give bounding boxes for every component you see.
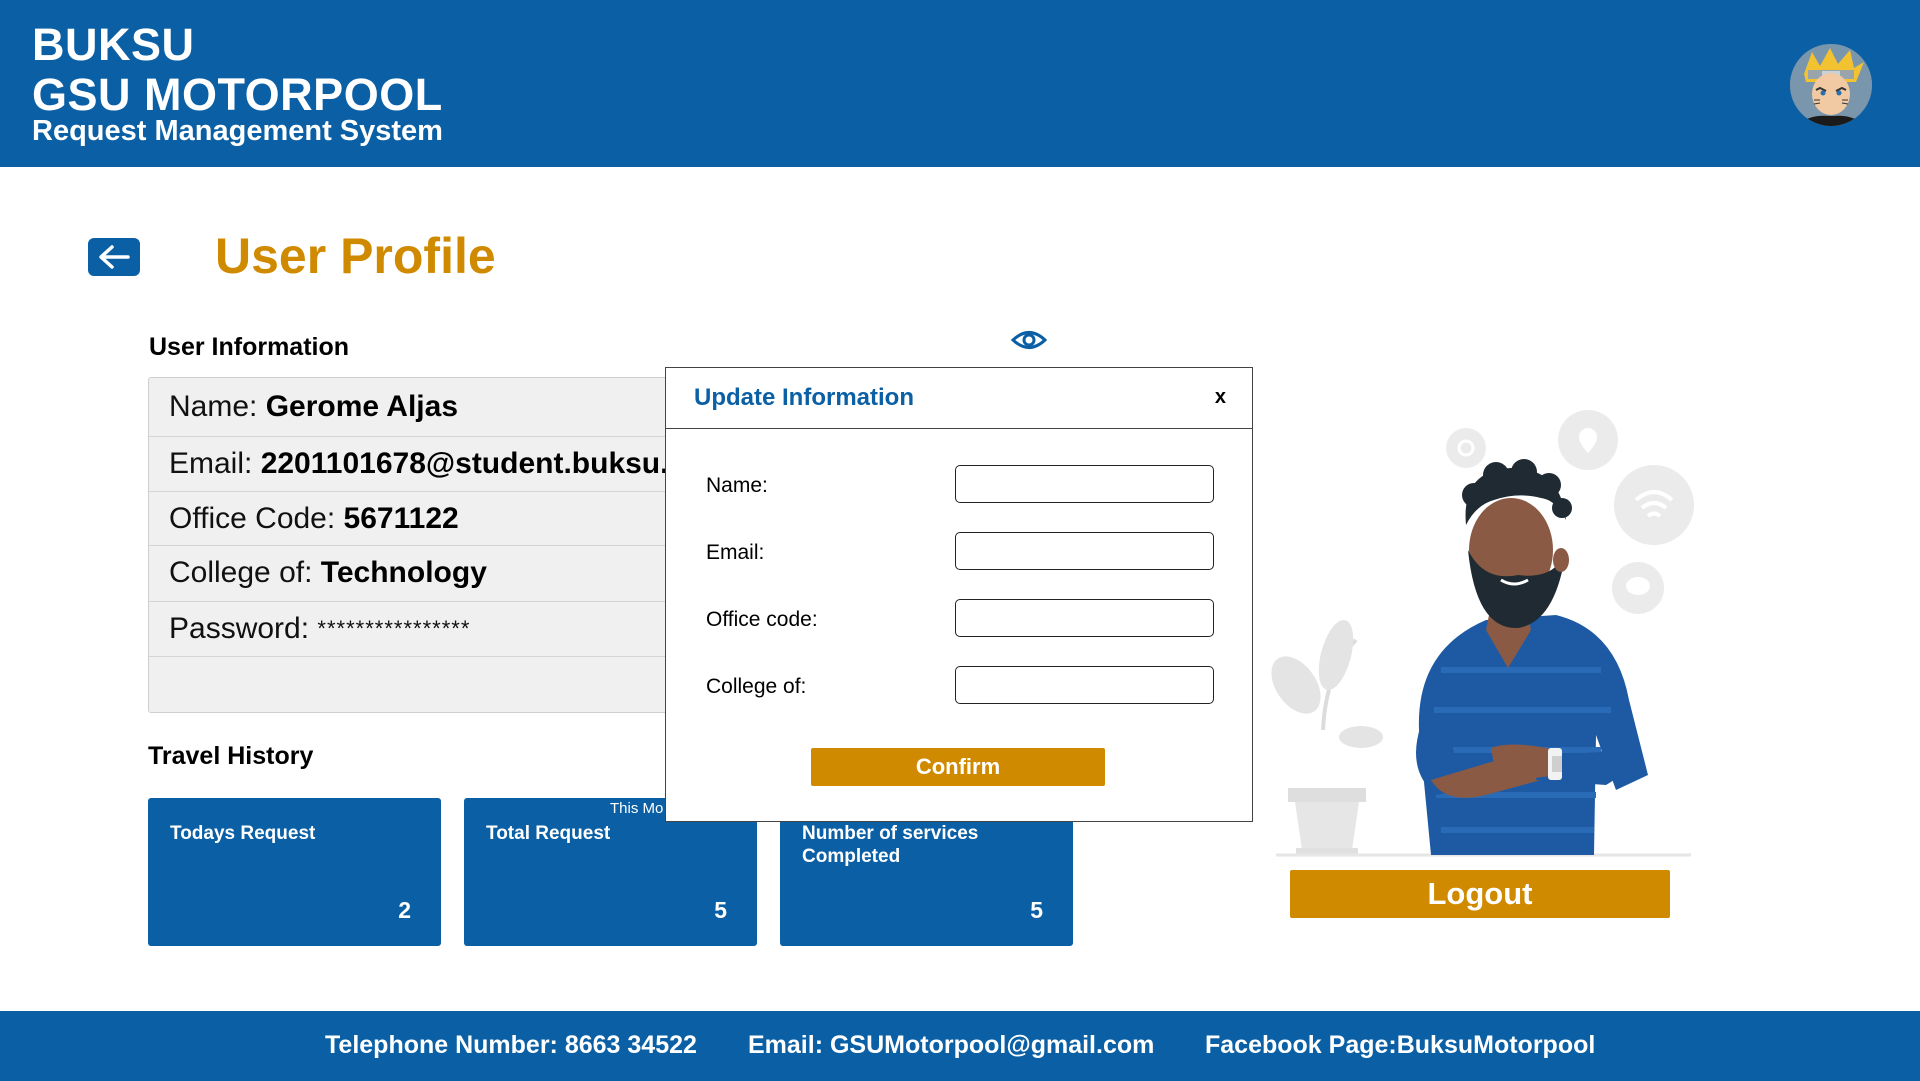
email-field[interactable] xyxy=(955,532,1214,570)
info-key: Password: xyxy=(169,612,318,645)
info-value: Gerome Aljas xyxy=(265,390,459,423)
system-name: Request Management System xyxy=(32,115,443,147)
footer: Telephone Number: 8663 34522 Email: GSUM… xyxy=(0,1011,1920,1081)
user-avatar-icon[interactable] xyxy=(1790,44,1872,126)
info-value: Technology xyxy=(320,556,487,589)
info-row-college: College of: Technology xyxy=(149,546,689,602)
stat-title: Todays Request xyxy=(170,823,316,844)
stat-title: Number of services Completed xyxy=(802,823,979,868)
stat-value: 2 xyxy=(398,897,411,923)
footer-facebook[interactable]: Facebook Page:BuksuMotorpool xyxy=(1205,1031,1595,1060)
college-field-label: College of: xyxy=(706,675,807,698)
confirm-button[interactable]: Confirm xyxy=(811,748,1105,786)
stat-period-tag: This Mo xyxy=(610,800,664,817)
modal-header: Update Information x xyxy=(666,368,1252,429)
travel-history-heading: Travel History xyxy=(148,742,314,770)
info-key: College of: xyxy=(169,556,321,589)
info-key: Office Code: xyxy=(169,502,344,535)
name-field-label: Name: xyxy=(706,474,768,497)
top-header: BUKSU GSU MOTORPOOL Request Management S… xyxy=(0,0,1920,167)
close-button[interactable]: x xyxy=(1215,386,1226,409)
footer-telephone: Telephone Number: 8663 34522 xyxy=(325,1031,697,1059)
stat-value: 5 xyxy=(1030,897,1043,923)
info-key: Name: xyxy=(169,390,266,423)
college-field[interactable] xyxy=(955,666,1214,704)
info-key: Email: xyxy=(169,447,261,480)
info-row-name: Name: Gerome Aljas xyxy=(149,378,689,437)
user-information-heading: User Information xyxy=(149,333,350,361)
logout-button[interactable]: Logout xyxy=(1290,870,1670,918)
info-row-email: Email: 2201101678@student.buksu.edu.ph xyxy=(149,437,689,492)
info-value: 5671122 xyxy=(343,502,459,535)
office-code-field[interactable] xyxy=(955,599,1214,637)
back-button[interactable] xyxy=(88,238,140,276)
info-row-office-code: Office Code: 5671122 xyxy=(149,492,689,546)
man-checking-watch-illustration xyxy=(1256,400,1701,860)
modal-title: Update Information xyxy=(694,384,914,411)
info-value: **************** xyxy=(317,616,471,641)
info-value: 2201101678@student.buksu.edu.ph xyxy=(260,447,689,480)
page-title: User Profile xyxy=(215,228,496,284)
info-row-password: Password: **************** xyxy=(149,602,689,657)
email-field-label: Email: xyxy=(706,541,765,564)
office-code-field-label: Office code: xyxy=(706,608,818,631)
stat-value: 5 xyxy=(714,897,727,923)
stat-title: Total Request xyxy=(486,823,611,844)
arrow-left-icon xyxy=(99,245,130,269)
user-info-card: Name: Gerome Aljas Email: 2201101678@stu… xyxy=(148,377,690,713)
footer-email[interactable]: Email: GSUMotorpool@gmail.com xyxy=(748,1031,1154,1060)
update-information-modal: Update Information x Name: Email: Office… xyxy=(665,367,1253,822)
eye-icon[interactable] xyxy=(1010,324,1048,356)
brand-subtitle: GSU MOTORPOOL xyxy=(32,69,443,120)
brand-name: BUKSU xyxy=(32,19,195,70)
name-field[interactable] xyxy=(955,465,1214,503)
stat-card-todays-request[interactable]: Todays Request 2 xyxy=(148,798,441,946)
